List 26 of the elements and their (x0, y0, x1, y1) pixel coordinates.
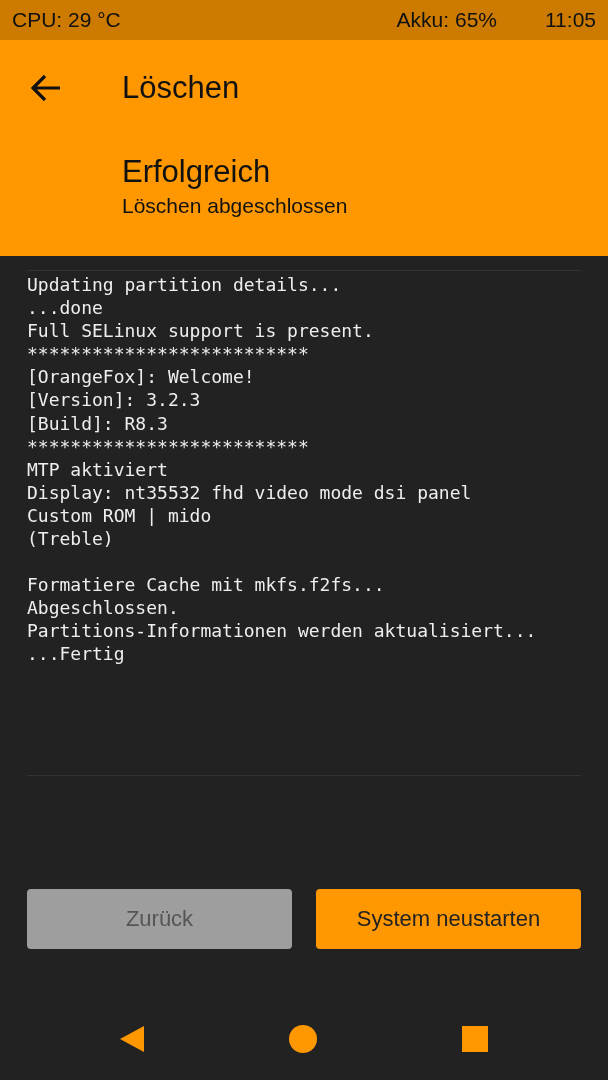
log-line: (Treble) (27, 527, 115, 551)
back-triangle-icon[interactable] (120, 1026, 144, 1052)
log-line: Full SELinux support is present. (27, 319, 375, 343)
log-line: Display: nt35532 fhd video mode dsi panel (27, 480, 473, 504)
log-line: Partitions-Informationen werden aktualisiert... (27, 619, 538, 643)
log-line: [Version]: 3.2.3 (27, 388, 202, 412)
log-line: Formatiere Cache mit mkfs.f2fs... (27, 573, 386, 597)
log-line: ...done (27, 296, 104, 320)
log-line: [OrangeFox]: Welcome! (27, 365, 256, 389)
cpu-temperature: CPU: 29 °C (12, 8, 121, 32)
log-line: Updating partition details... (27, 273, 343, 297)
log-line: Abgeschlossen. (27, 596, 180, 620)
log-line: ************************** (27, 342, 310, 366)
log-line: MTP aktiviert (27, 457, 169, 481)
battery-level: Akku: 65% (396, 8, 497, 32)
action-button[interactable]: System neustarten (316, 889, 581, 949)
log-line: [Build]: R8.3 (27, 411, 169, 435)
log-line: ...Fertig (27, 642, 126, 666)
log-line: ************************** (27, 434, 310, 458)
result-subtitle: Löschen abgeschlossen (122, 194, 349, 218)
log-line: Custom ROM | mido (27, 503, 213, 528)
result-title: Erfolgreich (122, 154, 272, 190)
clock: 11:05 (545, 8, 596, 32)
back-arrow-icon[interactable] (30, 74, 62, 102)
page-title: Löschen (122, 70, 240, 106)
home-circle-icon[interactable] (289, 1025, 317, 1053)
